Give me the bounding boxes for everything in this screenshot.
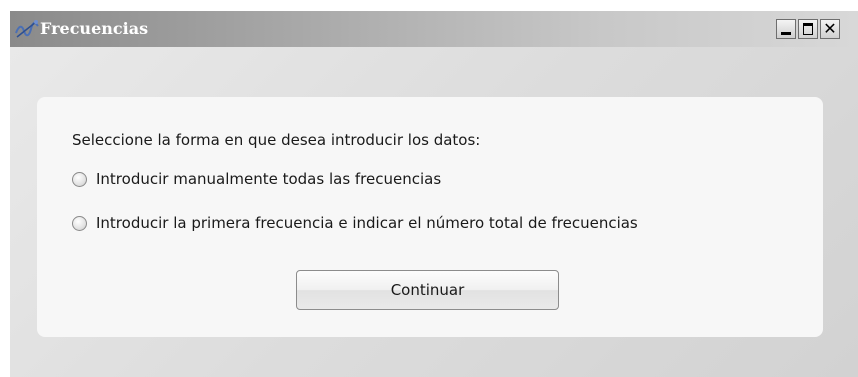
radio-manual-frequencies[interactable] xyxy=(72,171,87,187)
minimize-icon[interactable] xyxy=(776,19,796,39)
option-first-frequency-total[interactable]: Introducir la primera frecuencia e indic… xyxy=(72,212,638,234)
window-title: Frecuencias xyxy=(40,19,149,38)
window-client-area: Seleccione la forma en que desea introdu… xyxy=(10,47,858,377)
title-bar[interactable]: Frecuencias ✕ xyxy=(10,11,858,47)
radio-first-frequency-total[interactable] xyxy=(72,215,87,231)
option-first-frequency-total-label: Introducir la primera frecuencia e indic… xyxy=(96,214,638,232)
option-manual-frequencies-label: Introducir manualmente todas las frecuen… xyxy=(96,170,442,188)
options-panel: Seleccione la forma en que desea introdu… xyxy=(37,97,823,337)
maximize-icon[interactable] xyxy=(798,19,818,39)
close-icon[interactable]: ✕ xyxy=(820,19,840,39)
frequency-app-icon xyxy=(14,18,40,40)
input-method-prompt: Seleccione la forma en que desea introdu… xyxy=(72,131,481,149)
continue-button[interactable]: Continuar xyxy=(296,270,559,310)
frecuencias-window: Frecuencias ✕ Seleccione la forma en que… xyxy=(10,11,858,377)
close-glyph: ✕ xyxy=(823,19,837,38)
option-manual-frequencies[interactable]: Introducir manualmente todas las frecuen… xyxy=(72,168,441,190)
